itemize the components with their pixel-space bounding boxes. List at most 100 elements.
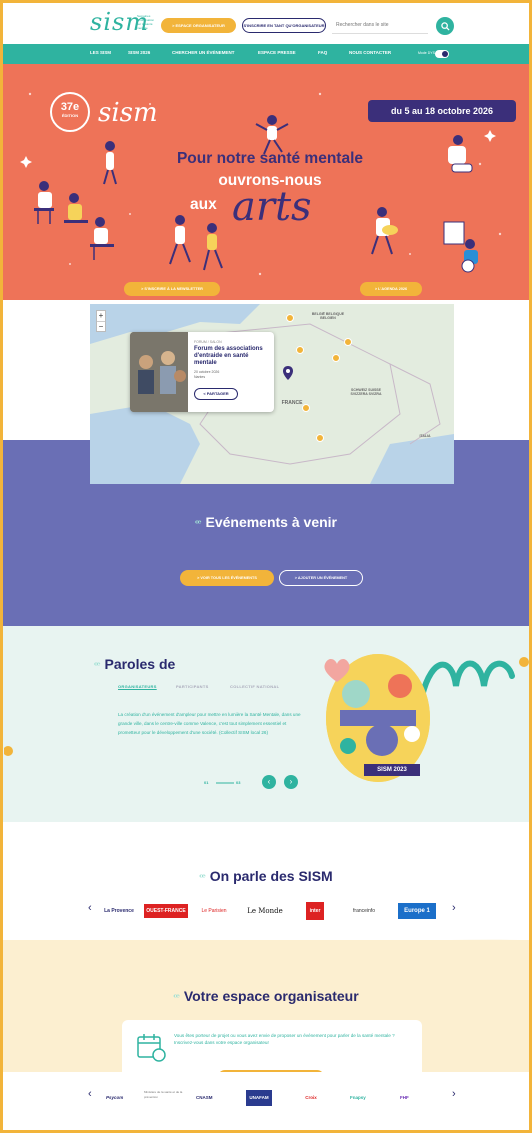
search-icon [440,21,450,31]
nav-item-faq[interactable]: FAQ [318,50,327,55]
hero-logo: sism [98,98,158,128]
agenda-button[interactable]: > L'AGENDA 2026 [360,282,422,296]
dys-toggle-label: Mode DYS [418,51,435,55]
partners-section: ‹ Psycom Ministère de la santé et de la … [0,1072,532,1133]
events-map[interactable]: BELGIË BELGIQUE BELGIEN FRANCE SCHWEIZ S… [90,304,454,484]
press-next-arrow[interactable]: › [452,902,456,914]
map-zoom-control: + − [96,310,106,332]
press-logo-la-provence[interactable]: La Provence [96,904,142,918]
event-meta: 20 octobre 2026 Nantes [194,370,219,380]
quote-icon: ꟹ [173,993,180,1004]
map-pin[interactable] [302,404,310,412]
tab-participants[interactable]: PARTICIPANTS [176,684,209,689]
partner-logo-croix[interactable]: Croix [300,1090,322,1106]
add-event-button[interactable]: > AJOUTER UN ÉVÉNEMENT [279,570,363,586]
event-place: Nantes [194,375,206,379]
newsletter-button[interactable]: > S'INSCRIRE À LA NEWSLETTER [124,282,220,296]
map-label-belgium: BELGIË BELGIQUE BELGIEN [311,312,345,320]
press-logo-ouest-france[interactable]: OUEST-FRANCE [144,904,188,918]
see-all-events-button[interactable]: > VOIR TOUS LES ÉVÉNEMENTS [180,570,274,586]
prev-testimonial-button[interactable]: ‹ [262,775,276,789]
map-pin-selected-icon[interactable] [283,366,293,380]
partners-next-arrow[interactable]: › [452,1088,456,1100]
tab-collectif-national[interactable]: COLLECTIF NATIONAL [230,684,279,689]
chevron-right-icon: › [289,777,293,786]
dys-mode-toggle[interactable] [435,50,449,58]
testimonial-quote: La création d'un événement d'ampleur pou… [118,712,301,735]
partner-logo-fnapsy[interactable]: Fnapsy [350,1090,380,1106]
chevron-right-icon: › [452,1088,456,1100]
organizer-space-button[interactable]: > ESPACE ORGANISATEUR [161,18,236,33]
map-pin[interactable] [316,434,324,442]
share-button[interactable]: < PARTAGER [194,388,238,400]
site-header: sism Semaines d'information sur la santé… [0,0,532,44]
press-logo-france-inter[interactable]: inter [306,902,324,920]
nav-item-sism-2026[interactable]: SISM 2026 [128,50,150,55]
hero-illustration-dancers [169,215,223,271]
testimonials-title: Paroles de [104,656,176,672]
event-popup: FORUM / SALON Forum des associations d'e… [130,332,274,412]
quote-icon: ꟹ [199,873,206,884]
chevron-right-icon: › [452,902,456,914]
nav-item-les-sism[interactable]: LES SISM [90,50,111,55]
upcoming-events-title: Evénements à venir [205,514,337,530]
swirl-decoration [419,657,529,699]
organizer-section: ꟹ Votre espace organisateur Vous êtes por… [0,940,532,1084]
calendar-icon [137,1034,166,1062]
map-pin[interactable] [332,354,340,362]
quote-icon: ꟹ [195,519,202,530]
nav-item-contact[interactable]: NOUS CONTACTER [349,50,391,55]
zoom-out-button[interactable]: − [97,321,105,331]
partner-logo-fhf[interactable]: FHF [400,1090,440,1106]
pager-current: 01 [204,780,209,785]
map-pin[interactable] [296,346,304,354]
partner-logo-ministere[interactable]: Ministère de la santé et de la préventio… [144,1090,184,1106]
event-title[interactable]: Forum des associations d'entraide en san… [194,346,270,367]
press-section: ꟹ On parle des SISM ‹ La Provence OUEST-F… [0,822,532,940]
sism-2023-label: SISM 2023 [364,764,420,776]
zoom-in-button[interactable]: + [97,311,105,321]
partner-logo-cnasm[interactable]: CNASM [196,1090,232,1106]
chevron-left-icon: ‹ [88,1088,92,1100]
event-photo [130,332,188,412]
edition-number: 37e [60,101,80,113]
press-logo-le-parisien[interactable]: Le Parisien [194,904,234,918]
event-category: FORUM / SALON [194,340,222,344]
nav-item-chercher-evenement[interactable]: CHERCHER UN ÉVÉNEMENT [172,50,235,55]
partner-logo-unafam[interactable]: UNAFAM [246,1090,272,1106]
hero-illustration-artists-right [371,135,478,273]
map-pin[interactable] [286,314,294,322]
hero-illustration-people-left [34,141,117,260]
map-label-switzerland: SCHWEIZ SUISSE SVIZZERA SVIZRA [350,388,382,396]
organizer-title: Votre espace organisateur [183,988,359,1004]
upcoming-events-title-wrap: ꟹ Evénements à venir [0,514,532,530]
map-label-italy: ITALIA [419,434,431,438]
organizer-title-wrap: ꟹ Votre espace organisateur [0,988,532,1004]
site-logo-subtitle: Semaines d'information sur la santé ment… [137,14,155,30]
hero-illustration-dancer-top [255,115,289,155]
pager-total: 03 [236,780,241,785]
main-nav: LES SISM SISM 2026 CHERCHER UN ÉVÉNEMENT… [0,44,532,64]
heart-decoration [324,658,350,682]
partner-logo-psycom[interactable]: Psycom [106,1090,130,1106]
press-logos: La Provence OUEST-FRANCE Le Parisien Le … [86,902,466,920]
side-dot-decoration [4,746,13,756]
organizer-text: Vous êtes porteur de projet ou vous avez… [174,1033,395,1045]
map-section: BELGIË BELGIQUE BELGIEN FRANCE SCHWEIZ S… [0,300,532,484]
map-pin[interactable] [344,338,352,346]
search-button[interactable] [436,17,454,35]
nav-item-espace-presse[interactable]: ESPACE PRESSE [258,50,296,55]
partners-prev-arrow[interactable]: ‹ [88,1088,92,1100]
event-dates: du 5 au 18 octobre 2026 [368,100,516,122]
tab-organisateurs[interactable]: ORGANISATEURS [118,684,157,689]
press-logo-le-monde[interactable]: Le Monde [240,904,290,918]
press-title-wrap: ꟹ On parle des SISM [0,868,532,884]
search-input[interactable] [332,17,428,34]
next-testimonial-button[interactable]: › [284,775,298,789]
pager-line [216,782,234,784]
press-logo-franceinfo[interactable]: franceinfo [342,904,386,918]
quote-icon: ꟹ [94,661,101,672]
register-organizer-button[interactable]: S'INSCRIRE EN TANT QU'ORGANISATEUR [242,18,326,33]
press-logo-europe1[interactable]: Europe 1 [398,903,436,919]
edition-badge: 37e ÉDITION [50,92,90,132]
